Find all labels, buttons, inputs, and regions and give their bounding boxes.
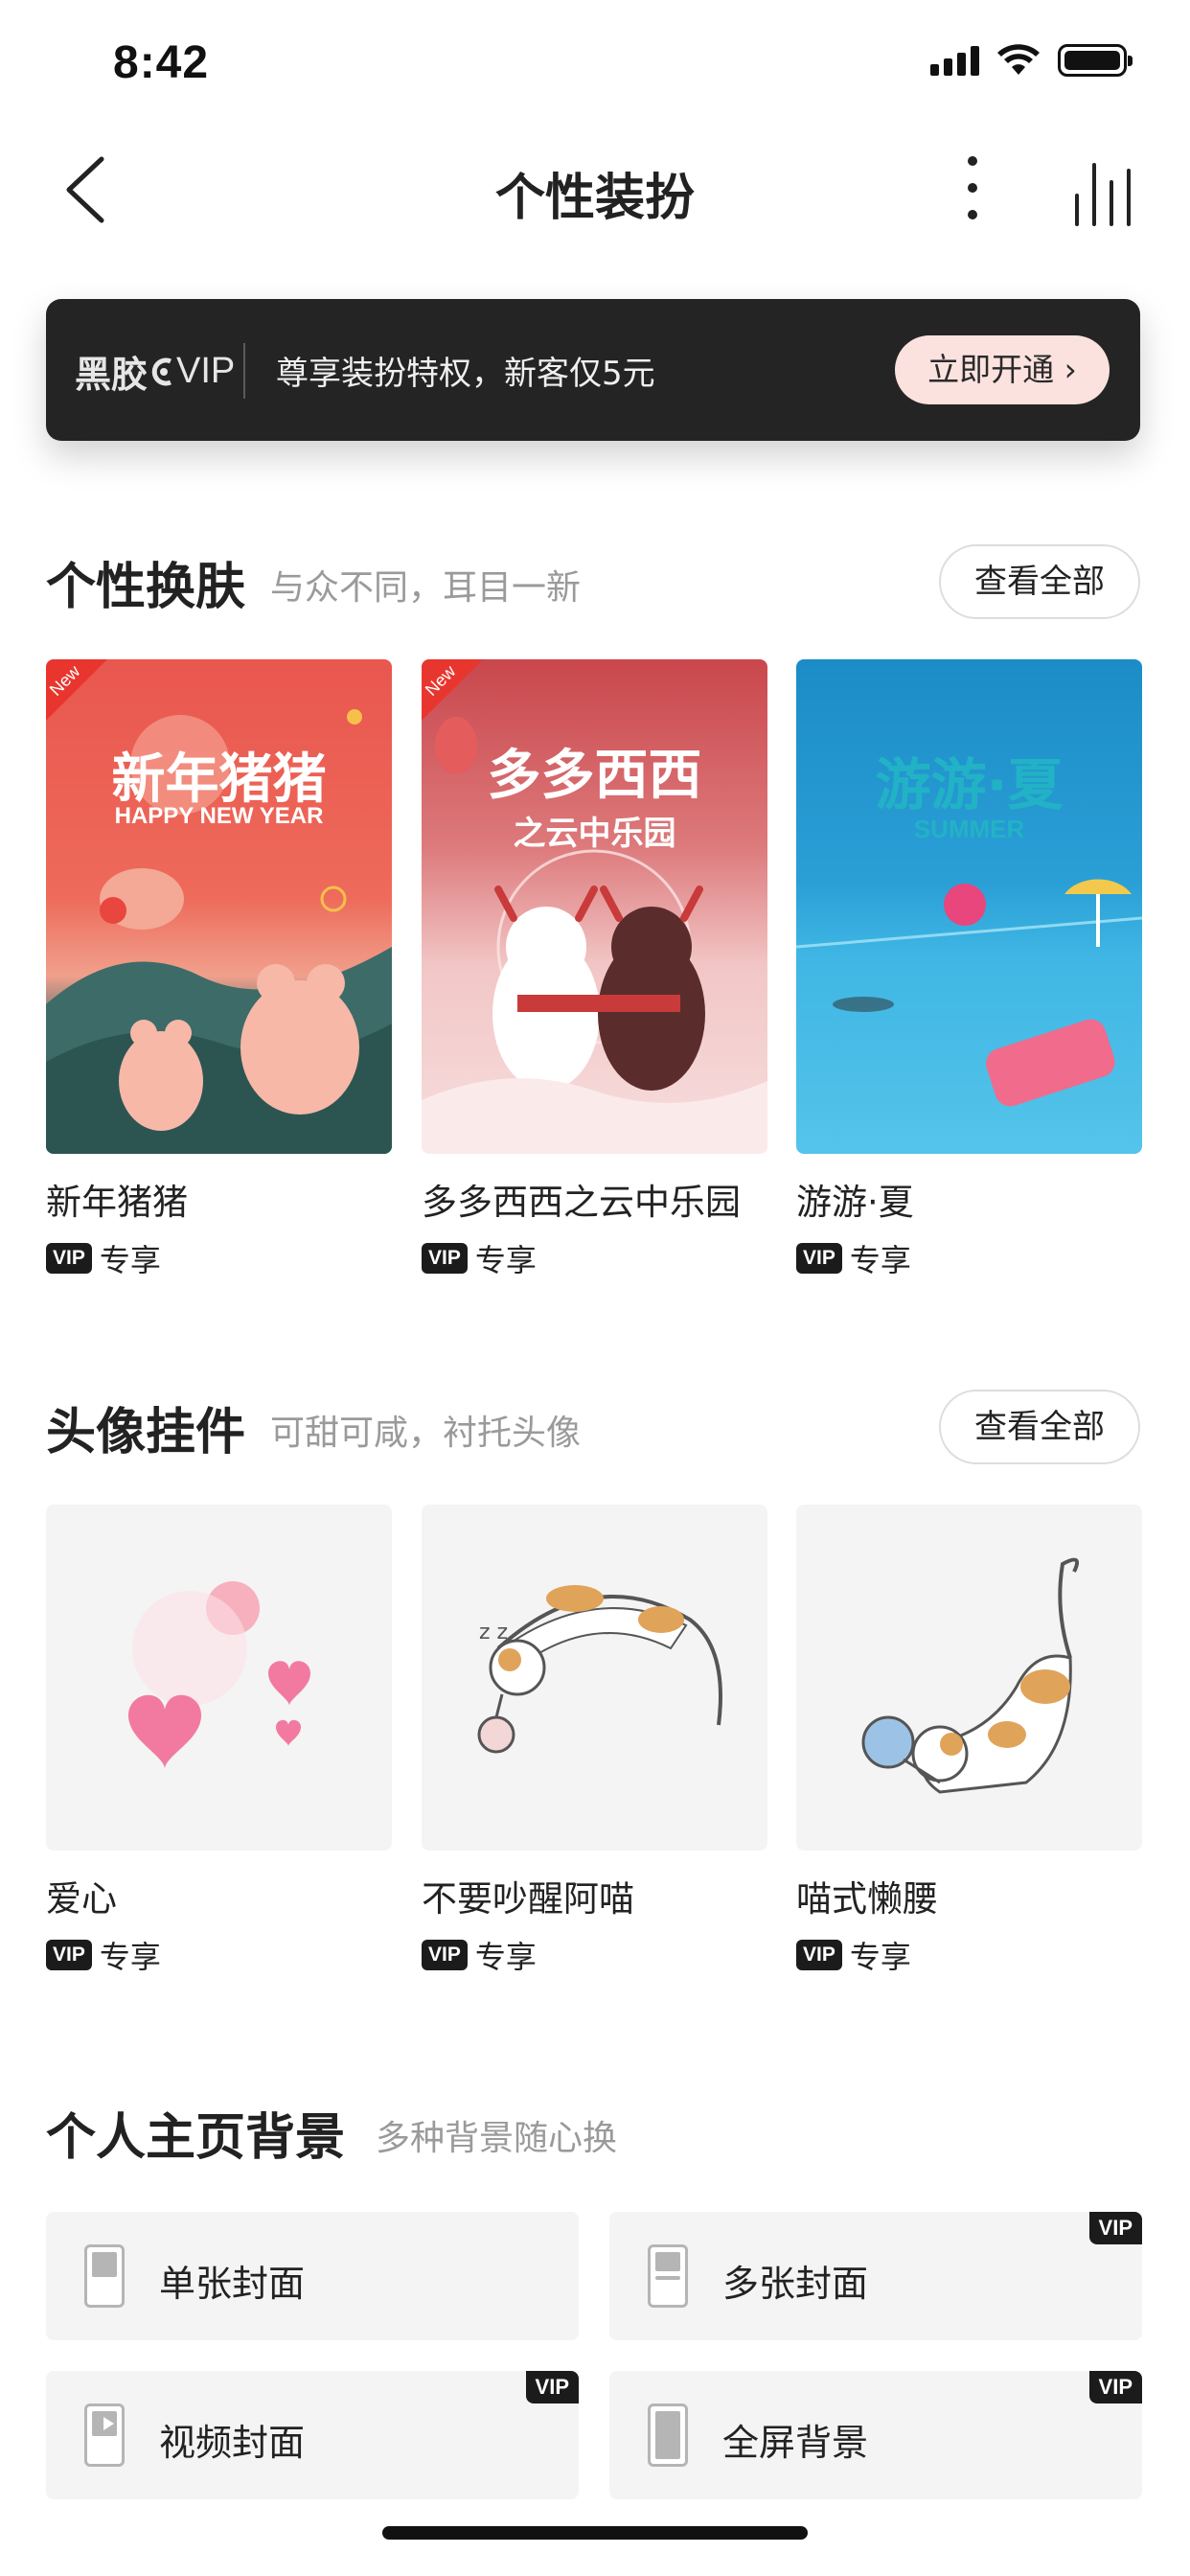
skins-view-all-button[interactable]: 查看全部: [939, 544, 1140, 619]
skin-name: 多多西西之云中乐园: [422, 1182, 741, 1223]
svip-exclusive-badge: VIP 专享: [796, 1236, 1142, 1280]
status-time: 8:42: [113, 37, 210, 88]
status-bar: 8:42: [0, 0, 1190, 125]
battery-icon: [1058, 44, 1133, 77]
more-options-icon[interactable]: [949, 151, 996, 224]
avatar-frame-card[interactable]: 喵式懒腰 VIP 专享: [796, 1505, 1142, 1977]
svip-mark-icon: [151, 357, 172, 385]
skin-name: 新年猪猪: [46, 1182, 188, 1223]
avatar-frame-name: 喵式懒腰: [796, 1878, 938, 1920]
skins-section-subtitle: 与众不同，耳目一新: [270, 568, 582, 608]
svip-tag: VIP: [422, 1243, 468, 1274]
avatar-frames-section-subtitle: 可甜可咸，衬托头像: [270, 1414, 582, 1453]
skin-preview-summer: 游游·夏 SUMMER: [796, 659, 1142, 1154]
page-title: 个性装扮: [494, 170, 695, 227]
wifi-icon: [997, 44, 1040, 75]
skin-name: 游游·夏: [796, 1182, 914, 1223]
cellular-signal-icon: [930, 45, 979, 76]
skin-art-subtitle: SUMMER: [913, 815, 1025, 843]
multiple-covers-icon: [648, 2244, 688, 2308]
skin-preview-new-year-pig: 新年猪猪 HAPPY NEW YEAR New: [46, 659, 392, 1154]
skin-art-title: 游游·夏: [875, 752, 1064, 817]
fullscreen-background-icon: [648, 2404, 688, 2467]
vip-banner[interactable]: 黑胶 VIP 尊享装扮特权，新客仅5元 立即开通 ›: [46, 299, 1140, 441]
backgrounds-section-title: 个人主页背景: [46, 2109, 346, 2167]
single-cover-option[interactable]: 单张封面: [46, 2212, 579, 2340]
avatar-frame-name: 不要吵醒阿喵: [422, 1878, 634, 1920]
svip-tag: VIP: [46, 1940, 92, 1970]
skin-art-title: 多多西西: [487, 745, 702, 807]
vip-logo: 黑胶 VIP: [75, 351, 236, 396]
avatar-frames-section-title: 头像挂件: [46, 1404, 246, 1461]
avatar-frame-preview-stretching-cat: [796, 1505, 1142, 1851]
video-cover-option[interactable]: 视频封面 VIP: [46, 2371, 579, 2499]
skin-card[interactable]: 多多西西 之云中乐园 New 多多西西之云中乐园 VIP 专享: [422, 659, 767, 1280]
svg-text:z z: z z: [479, 1621, 508, 1644]
backgrounds-section-subtitle: 多种背景随心换: [376, 2119, 618, 2158]
avatar-frame-name: 爱心: [46, 1878, 117, 1920]
cover-option-label: 视频封面: [159, 2422, 306, 2464]
open-vip-button[interactable]: 立即开通 ›: [895, 335, 1110, 404]
svip-exclusive-badge: VIP 专享: [46, 1933, 392, 1977]
skins-section-title: 个性换肤: [46, 559, 246, 616]
skin-card[interactable]: 游游·夏 SUMMER 游游·夏 VIP 专享: [796, 659, 1142, 1280]
svip-exclusive-badge: VIP 专享: [46, 1236, 392, 1280]
svip-corner-tag: VIP: [1088, 2371, 1142, 2404]
skin-art-subtitle: 之云中乐园: [513, 815, 676, 853]
vip-description: 尊享装扮特权，新客仅5元: [276, 355, 655, 393]
svip-corner-tag: VIP: [525, 2371, 579, 2404]
svip-exclusive-badge: VIP 专享: [422, 1236, 767, 1280]
cover-option-label: 多张封面: [722, 2263, 869, 2305]
single-cover-icon: [84, 2244, 125, 2308]
video-cover-icon: [84, 2404, 125, 2467]
avatar-frame-card[interactable]: z z 不要吵醒阿喵 VIP 专享: [422, 1505, 767, 1977]
cover-option-label: 单张封面: [159, 2263, 306, 2305]
svip-corner-tag: VIP: [1088, 2212, 1142, 2244]
skin-art-subtitle: HAPPY NEW YEAR: [114, 803, 324, 829]
fullscreen-background-option[interactable]: 全屏背景 VIP: [609, 2371, 1142, 2499]
svip-exclusive-badge: VIP 专享: [796, 1933, 1142, 1977]
avatar-frame-card[interactable]: 爱心 VIP 专享: [46, 1505, 392, 1977]
skin-preview-cloud-park: 多多西西 之云中乐园 New: [422, 659, 767, 1154]
svip-tag: VIP: [796, 1940, 842, 1970]
svip-tag: VIP: [46, 1243, 92, 1274]
status-icons: [930, 44, 1133, 77]
skin-card[interactable]: 新年猪猪 HAPPY NEW YEAR New 新年猪猪 VIP 专享: [46, 659, 392, 1280]
avatar-frame-preview-heart: [46, 1505, 392, 1851]
multiple-covers-option[interactable]: 多张封面 VIP: [609, 2212, 1142, 2340]
avatar-frames-view-all-button[interactable]: 查看全部: [939, 1390, 1140, 1464]
home-indicator[interactable]: [382, 2526, 808, 2540]
nav-bar: 个性装扮: [0, 125, 1190, 255]
skin-art-title: 新年猪猪: [111, 748, 327, 811]
cover-option-label: 全屏背景: [722, 2422, 869, 2464]
music-bars-icon[interactable]: [1071, 157, 1140, 226]
avatar-frame-preview-sleeping-cat: z z: [422, 1505, 767, 1851]
svip-exclusive-badge: VIP 专享: [422, 1933, 767, 1977]
divider: [243, 343, 245, 399]
svip-tag: VIP: [422, 1940, 468, 1970]
svip-tag: VIP: [796, 1243, 842, 1274]
